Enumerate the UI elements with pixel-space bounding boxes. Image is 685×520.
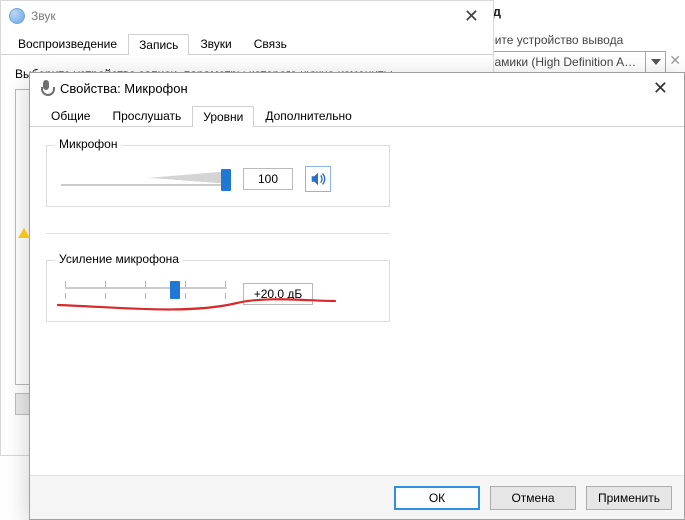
close-icon[interactable]: ✕ <box>669 52 681 69</box>
props-tabs: Общие Прослушать Уровни Дополнительно <box>30 103 684 127</box>
microphone-level-group: Микрофон 100 <box>46 145 390 207</box>
device-alert-icon <box>18 228 30 238</box>
ok-button[interactable]: ОК <box>394 486 480 510</box>
group-separator <box>46 233 390 234</box>
sound-tabs: Воспроизведение Запись Звуки Связь <box>1 31 493 55</box>
apply-button[interactable]: Применить <box>586 486 672 510</box>
chevron-down-icon <box>645 52 665 72</box>
tab-playback[interactable]: Воспроизведение <box>7 33 128 54</box>
microphone-level-slider[interactable] <box>61 167 231 191</box>
tab-communications[interactable]: Связь <box>243 33 298 54</box>
sound-close-icon[interactable]: ✕ <box>454 7 489 25</box>
tab-levels[interactable]: Уровни <box>192 106 254 127</box>
microphone-properties-dialog: Свойства: Микрофон ✕ Общие Прослушать Ур… <box>29 72 685 520</box>
output-device-combo[interactable]: Динамики (High Definition Audio... <box>466 51 666 73</box>
microphone-level-value[interactable]: 100 <box>243 168 293 190</box>
microphone-boost-value[interactable]: +20.0 дБ <box>243 283 313 305</box>
tab-general[interactable]: Общие <box>40 105 101 126</box>
tab-sounds[interactable]: Звуки <box>189 33 242 54</box>
microphone-level-heading: Микрофон <box>55 137 121 151</box>
props-footer: ОК Отмена Применить <box>30 475 684 519</box>
sound-title-text: Звук <box>31 9 56 23</box>
props-title-text: Свойства: Микрофон <box>60 81 188 96</box>
cancel-button[interactable]: Отмена <box>490 486 576 510</box>
microphone-icon <box>40 80 52 96</box>
microphone-mute-button[interactable] <box>305 166 331 192</box>
props-titlebar: Свойства: Микрофон ✕ <box>30 73 684 103</box>
speaker-icon <box>309 170 327 188</box>
tab-advanced[interactable]: Дополнительно <box>254 105 362 126</box>
tab-listen[interactable]: Прослушать <box>101 105 192 126</box>
output-select-label: ыберите устройство вывода <box>466 33 685 47</box>
sound-app-icon <box>9 8 25 24</box>
sound-titlebar: Звук ✕ <box>1 1 493 31</box>
microphone-boost-heading: Усиление микрофона <box>55 252 183 266</box>
microphone-boost-group: Усиление микрофона +20.0 дБ <box>46 260 390 322</box>
tab-recording[interactable]: Запись <box>128 34 189 55</box>
microphone-boost-slider[interactable] <box>61 281 231 307</box>
props-close-icon[interactable]: ✕ <box>641 78 680 99</box>
